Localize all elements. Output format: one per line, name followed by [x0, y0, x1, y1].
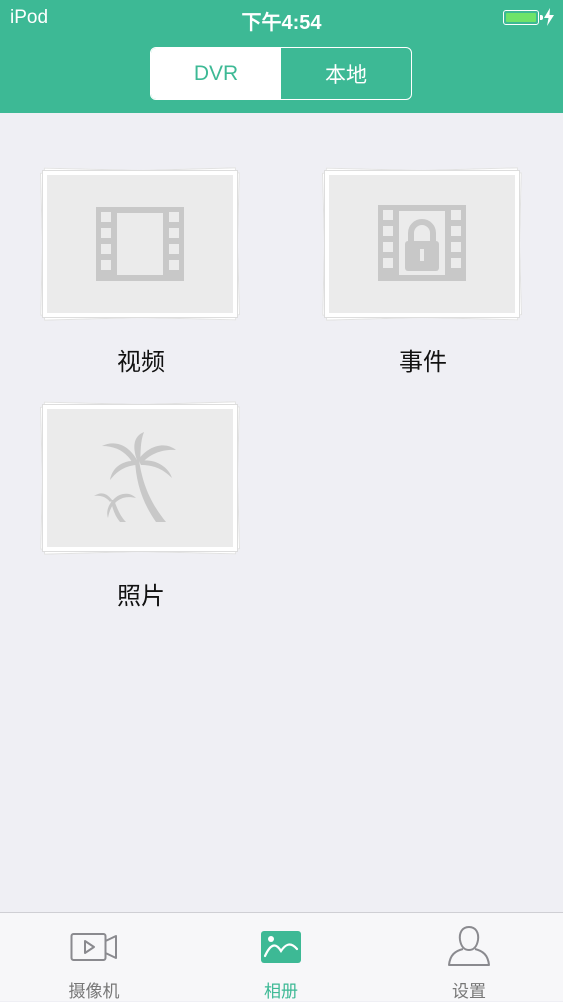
album-label: 事件	[399, 349, 447, 376]
locked-film-icon	[378, 205, 466, 281]
segment-local[interactable]: 本地	[281, 48, 411, 99]
film-icon	[96, 207, 184, 281]
tab-label: 摄像机	[68, 982, 120, 1001]
tab-label: 相册	[264, 982, 298, 1001]
source-segmented-control: DVR 本地	[150, 47, 412, 100]
status-bar: iPod 下午4:54	[0, 0, 563, 36]
tab-camera[interactable]: 摄像机	[0, 913, 188, 1001]
segment-dvr[interactable]: DVR	[151, 48, 281, 99]
palm-tree-icon	[94, 432, 176, 522]
camera-icon	[70, 933, 117, 961]
album-label: 视频	[117, 349, 165, 376]
tab-label: 设置	[452, 982, 486, 1001]
tab-bar: 摄像机 相册 设置	[0, 912, 563, 1001]
tab-settings[interactable]: 设置	[375, 913, 563, 1001]
album-thumbnail	[318, 166, 528, 326]
album-thumbnail	[36, 166, 246, 326]
clock: 下午4:54	[241, 12, 322, 34]
person-icon	[448, 925, 490, 966]
charging-icon	[544, 8, 554, 26]
album-thumbnail	[36, 400, 246, 560]
album-videos[interactable]: 视频	[36, 166, 246, 377]
album-icon	[261, 931, 301, 963]
album-photos[interactable]: 照片	[36, 400, 246, 611]
header: iPod 下午4:54 DVR 本地	[0, 0, 563, 113]
album-label: 照片	[117, 583, 165, 610]
tab-album[interactable]: 相册	[187, 913, 375, 1001]
album-events[interactable]: 事件	[318, 166, 528, 377]
battery-icon	[503, 10, 543, 25]
